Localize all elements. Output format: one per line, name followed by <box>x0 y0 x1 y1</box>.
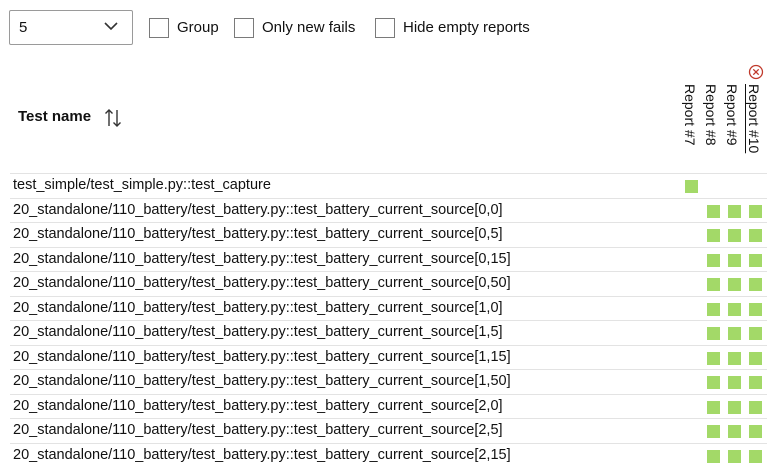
result-cell-pass[interactable] <box>728 302 741 316</box>
result-cell-pass[interactable] <box>685 180 698 193</box>
result-cell-pass[interactable] <box>728 351 741 365</box>
test-name: 20_standalone/110_battery/test_battery.p… <box>13 446 511 463</box>
result-cell-pass[interactable] <box>728 425 741 438</box>
hide-empty-reports-checkbox-box[interactable] <box>375 18 395 38</box>
only-new-fails-checkbox-box[interactable] <box>234 18 254 38</box>
test-name: 20_standalone/110_battery/test_battery.p… <box>13 397 503 414</box>
only-new-fails-checkbox-label: Only new fails <box>262 19 356 36</box>
chevron-down-icon <box>104 22 118 31</box>
result-cell-pass[interactable] <box>728 253 741 267</box>
result-cell-pass[interactable] <box>749 351 762 365</box>
test-name: 20_standalone/110_battery/test_battery.p… <box>13 324 503 340</box>
group-checkbox[interactable]: Group <box>149 18 225 38</box>
result-cell-pass[interactable] <box>749 376 762 389</box>
result-cell-pass[interactable] <box>749 204 762 218</box>
result-cell-pass[interactable] <box>728 278 741 291</box>
only-new-fails-checkbox[interactable]: Only new fails <box>234 18 364 38</box>
result-cell-pass[interactable] <box>707 449 720 463</box>
test-name-header: Test name <box>18 108 92 125</box>
result-cell-pass[interactable] <box>728 204 741 218</box>
report-count-select[interactable]: 5 <box>9 10 133 45</box>
table-row: 20_standalone/110_battery/test_battery.p… <box>10 393 767 419</box>
table-row: 20_standalone/110_battery/test_battery.p… <box>10 197 767 223</box>
report-column-7: Report #7 <box>681 84 699 164</box>
result-cell-pass[interactable] <box>749 278 762 291</box>
table-row: 20_standalone/110_battery/test_battery.p… <box>10 344 767 370</box>
result-cell-pass[interactable] <box>707 278 720 291</box>
result-cell-pass[interactable] <box>707 302 720 316</box>
table-row: test_simple/test_simple.py::test_capture <box>10 173 767 198</box>
hide-empty-reports-checkbox[interactable]: Hide empty reports <box>375 18 545 38</box>
result-cell-pass[interactable] <box>707 327 720 340</box>
result-cell-pass[interactable] <box>749 229 762 242</box>
result-cell-pass[interactable] <box>749 302 762 316</box>
table-row: 20_standalone/110_battery/test_battery.p… <box>10 442 767 468</box>
test-name: 20_standalone/110_battery/test_battery.p… <box>13 422 503 438</box>
report-column-8: Report #8 <box>702 84 720 164</box>
report-header-label: Report #9 <box>724 84 740 146</box>
test-name: 20_standalone/110_battery/test_battery.p… <box>13 299 503 316</box>
test-name: 20_standalone/110_battery/test_battery.p… <box>13 373 511 389</box>
table-row: 20_standalone/110_battery/test_battery.p… <box>10 295 767 321</box>
result-cell-pass[interactable] <box>728 327 741 340</box>
result-cell-pass[interactable] <box>728 449 741 463</box>
results-grid: test_simple/test_simple.py::test_capture… <box>10 173 767 467</box>
test-name: 20_standalone/110_battery/test_battery.p… <box>13 275 511 291</box>
result-cell-pass[interactable] <box>707 400 720 414</box>
table-row: 20_standalone/110_battery/test_battery.p… <box>10 271 767 296</box>
report-header-label-link[interactable]: Report #10 <box>745 84 763 153</box>
table-row: 20_standalone/110_battery/test_battery.p… <box>10 369 767 394</box>
report-header-label: Report #8 <box>703 84 719 146</box>
test-name: 20_standalone/110_battery/test_battery.p… <box>13 250 511 267</box>
report-header-label: Report #7 <box>682 84 698 146</box>
table-row: 20_standalone/110_battery/test_battery.p… <box>10 320 767 345</box>
test-name: test_simple/test_simple.py::test_capture <box>13 177 271 193</box>
close-circle-icon[interactable] <box>748 64 764 80</box>
result-cell-pass[interactable] <box>707 376 720 389</box>
result-cell-pass[interactable] <box>749 425 762 438</box>
result-cell-pass[interactable] <box>749 400 762 414</box>
result-cell-pass[interactable] <box>707 253 720 267</box>
table-row: 20_standalone/110_battery/test_battery.p… <box>10 246 767 272</box>
result-cell-pass[interactable] <box>707 351 720 365</box>
hide-empty-reports-checkbox-label: Hide empty reports <box>403 19 530 36</box>
table-row: 20_standalone/110_battery/test_battery.p… <box>10 222 767 247</box>
group-checkbox-label: Group <box>177 19 219 36</box>
report-count-value: 5 <box>19 19 28 36</box>
report-column-9: Report #9 <box>723 84 741 164</box>
result-cell-pass[interactable] <box>707 229 720 242</box>
result-cell-pass[interactable] <box>707 425 720 438</box>
group-checkbox-box[interactable] <box>149 18 169 38</box>
result-cell-pass[interactable] <box>749 327 762 340</box>
result-cell-pass[interactable] <box>728 376 741 389</box>
test-name: 20_standalone/110_battery/test_battery.p… <box>13 348 511 365</box>
result-cell-pass[interactable] <box>749 449 762 463</box>
table-row: 20_standalone/110_battery/test_battery.p… <box>10 418 767 443</box>
result-cell-pass[interactable] <box>749 253 762 267</box>
result-cell-pass[interactable] <box>728 229 741 242</box>
sort-arrows-icon[interactable] <box>104 108 122 128</box>
test-name: 20_standalone/110_battery/test_battery.p… <box>13 201 503 218</box>
result-cell-pass[interactable] <box>707 204 720 218</box>
toolbar: 5 Group Only new fails Hide empty report… <box>9 10 769 46</box>
test-name: 20_standalone/110_battery/test_battery.p… <box>13 226 503 242</box>
report-column-10: Report #10 <box>745 84 763 164</box>
result-cell-pass[interactable] <box>728 400 741 414</box>
